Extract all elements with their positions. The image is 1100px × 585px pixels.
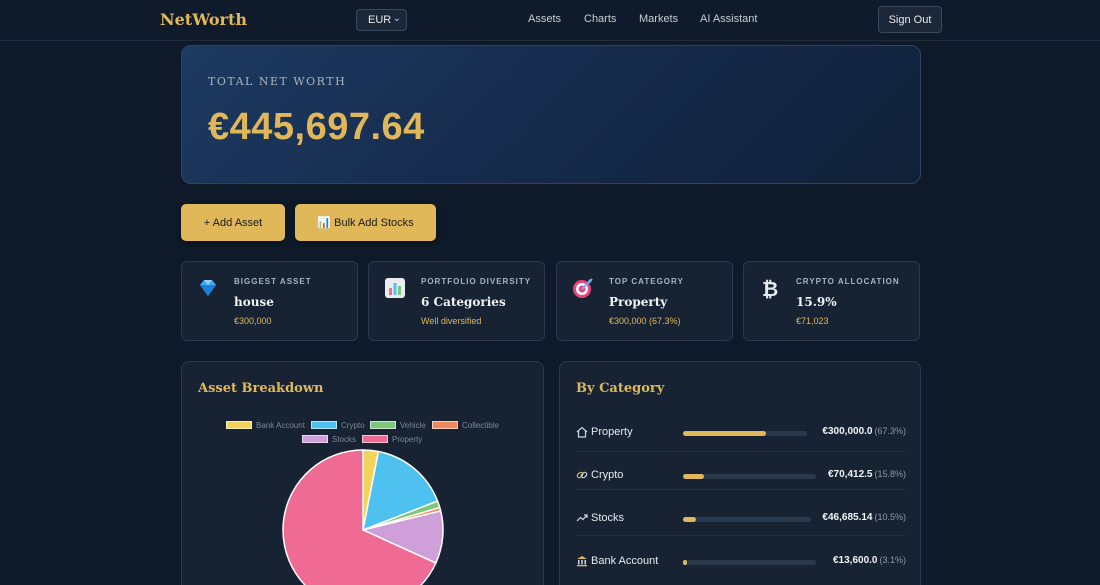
row-divider bbox=[576, 451, 906, 452]
trend-icon bbox=[576, 514, 588, 522]
nav-charts[interactable]: Charts bbox=[584, 13, 616, 25]
chevron-down-icon: ⌄ bbox=[392, 13, 401, 24]
card-label: TOP CATEGORY bbox=[609, 277, 684, 286]
category-bar-fill bbox=[683, 474, 704, 479]
stat-card-top-category: TOP CATEGORY Property €300,000 (67.3%) bbox=[556, 261, 733, 341]
category-bar-fill bbox=[683, 560, 688, 565]
card-value: 6 Categories bbox=[421, 295, 506, 309]
top-navbar: NetWorth EUR ⌄ Assets Charts Markets AI … bbox=[0, 0, 1100, 41]
row-divider bbox=[576, 535, 906, 536]
brand-logo[interactable]: NetWorth bbox=[160, 10, 247, 29]
category-row-property[interactable]: Property €300,000.0 (67.3%) bbox=[576, 423, 906, 443]
net-worth-label: TOTAL NET WORTH bbox=[208, 75, 347, 88]
sign-out-button[interactable]: Sign Out bbox=[878, 6, 942, 33]
stat-card-biggest-asset: BIGGEST ASSET house €300,000 bbox=[181, 261, 358, 341]
card-label: CRYPTO ALLOCATION bbox=[796, 277, 900, 286]
row-divider bbox=[576, 489, 906, 490]
bulk-add-stocks-button[interactable]: 📊 Bulk Add Stocks bbox=[295, 204, 436, 241]
card-value: house bbox=[234, 295, 274, 309]
category-bar-fill bbox=[683, 517, 697, 522]
category-row-stocks[interactable]: Stocks €46,685.14 (10.5%) bbox=[576, 509, 906, 529]
category-row-bank-account[interactable]: Bank Account €13,600.0 (3.1%) bbox=[576, 552, 906, 572]
category-amount: €46,685.14 (10.5%) bbox=[822, 512, 906, 523]
nav-markets[interactable]: Markets bbox=[639, 13, 678, 25]
category-row-crypto[interactable]: Crypto €70,412.5 (15.8%) bbox=[576, 466, 906, 486]
add-asset-button[interactable]: + Add Asset bbox=[181, 204, 285, 241]
svg-text:₿: ₿ bbox=[762, 277, 778, 300]
category-name: Crypto bbox=[591, 469, 624, 481]
home-icon bbox=[576, 426, 588, 438]
category-name: Bank Account bbox=[591, 555, 659, 567]
category-amount: €70,412.5 (15.8%) bbox=[827, 469, 906, 480]
card-value: 15.9% bbox=[796, 295, 837, 309]
asset-pie-chart bbox=[282, 449, 444, 585]
net-worth-hero: TOTAL NET WORTH €445,697.64 bbox=[181, 45, 921, 184]
category-bar bbox=[683, 431, 807, 436]
bank-icon bbox=[577, 556, 587, 567]
category-name: Stocks bbox=[591, 512, 625, 524]
card-sub: €300,000 (67.3%) bbox=[609, 316, 681, 326]
card-label: PORTFOLIO DIVERSITY bbox=[421, 277, 532, 286]
nav-assets[interactable]: Assets bbox=[528, 13, 561, 25]
net-worth-value: €445,697.64 bbox=[208, 106, 425, 148]
nav-ai-assistant[interactable]: AI Assistant bbox=[700, 13, 757, 25]
category-name: Property bbox=[591, 426, 633, 438]
link-icon bbox=[576, 471, 588, 479]
chart-icon bbox=[385, 278, 405, 298]
target-icon bbox=[573, 278, 593, 298]
stat-card-portfolio-diversity: PORTFOLIO DIVERSITY 6 Categories Well di… bbox=[368, 261, 545, 341]
card-value: Property bbox=[609, 295, 668, 309]
by-category-panel: By Category Property €300,000.0 (67.3%) C… bbox=[559, 361, 921, 585]
card-label: BIGGEST ASSET bbox=[234, 277, 312, 286]
card-sub: Well diversified bbox=[421, 316, 482, 326]
category-amount: €13,600.0 (3.1%) bbox=[832, 555, 906, 566]
asset-breakdown-panel: Asset Breakdown Bank Account Crypto Vehicl… bbox=[181, 361, 544, 585]
category-bar bbox=[683, 517, 811, 522]
stat-card-crypto-allocation: ₿ CRYPTO ALLOCATION 15.9% €71,023 bbox=[743, 261, 920, 341]
category-amount: €300,000.0 (67.3%) bbox=[822, 426, 906, 437]
category-bar bbox=[683, 474, 816, 479]
card-sub: €300,000 bbox=[234, 316, 272, 326]
panel-title: By Category bbox=[576, 381, 665, 396]
card-sub: €71,023 bbox=[796, 316, 829, 326]
category-bar-fill bbox=[683, 431, 767, 436]
category-bar bbox=[683, 560, 816, 565]
currency-value: EUR bbox=[368, 14, 392, 26]
diamond-icon bbox=[200, 280, 216, 296]
currency-select[interactable]: EUR ⌄ bbox=[356, 9, 407, 31]
bitcoin-icon: ₿ bbox=[762, 277, 778, 300]
